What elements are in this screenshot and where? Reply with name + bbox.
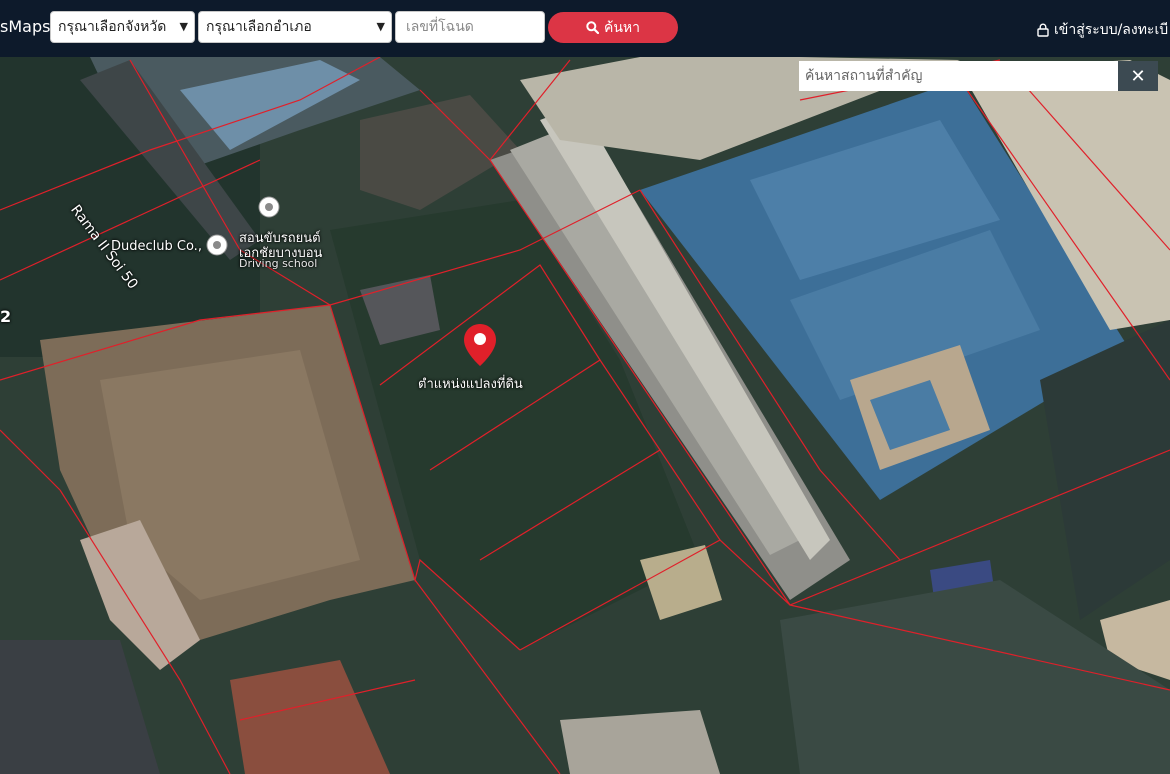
- edge-road-number: 2: [0, 307, 12, 326]
- top-navbar: sMaps กรุณาเลือกจังหวัด ▼ กรุณาเลือกอำเภ…: [0, 0, 1170, 57]
- parcel-location-label: ตำแหน่งแปลงที่ดิน: [418, 377, 523, 392]
- poi-school-type: Driving school: [239, 257, 318, 270]
- close-search-button[interactable]: ✕: [1118, 61, 1158, 91]
- chevron-down-icon: ▼: [179, 20, 188, 33]
- province-select[interactable]: กรุณาเลือกจังหวัด ▼: [50, 11, 195, 43]
- deed-number-input[interactable]: [395, 11, 545, 43]
- location-pin-icon[interactable]: [462, 322, 498, 373]
- district-select-value: กรุณาเลือกอำเภอ: [206, 19, 312, 35]
- poi-dudeclub-label[interactable]: Dudeclub Co.,: [111, 239, 202, 254]
- close-icon: ✕: [1130, 65, 1146, 86]
- district-select[interactable]: กรุณาเลือกอำเภอ ▼: [198, 11, 392, 43]
- login-link[interactable]: เข้าสู่ระบบ/ลงทะเบี: [1037, 19, 1168, 41]
- search-icon: [586, 21, 599, 34]
- poi-marker-icon[interactable]: [257, 195, 281, 230]
- satellite-map[interactable]: Rama II Soi 50 2 Dudeclub Co., สอนขับรถย…: [0, 57, 1170, 774]
- chevron-down-icon: ▼: [376, 20, 385, 33]
- place-search-input[interactable]: [799, 61, 1119, 91]
- search-button-label: ค้นหา: [603, 19, 641, 36]
- search-button[interactable]: ค้นหา: [548, 12, 678, 43]
- province-select-value: กรุณาเลือกจังหวัด: [58, 19, 167, 35]
- lock-icon: [1037, 23, 1049, 37]
- login-label: เข้าสู่ระบบ/ลงทะเบี: [1054, 22, 1169, 38]
- brand-logo[interactable]: sMaps: [0, 17, 50, 36]
- satellite-imagery: [0, 57, 1170, 774]
- poi-marker-icon[interactable]: [205, 233, 229, 264]
